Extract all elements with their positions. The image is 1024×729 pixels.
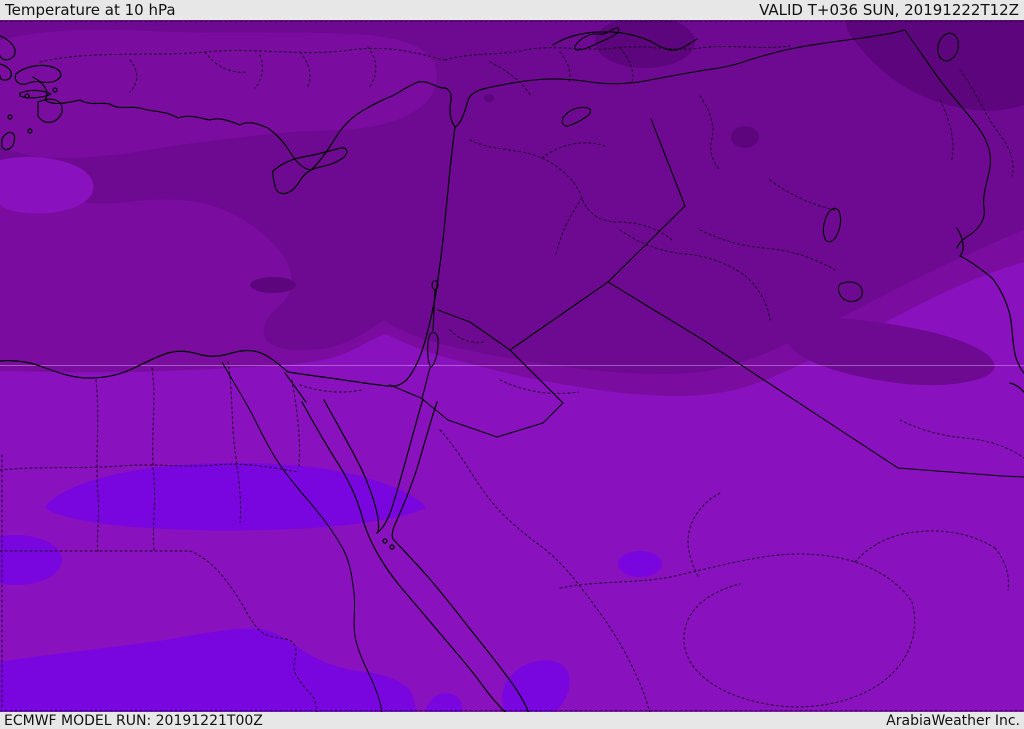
footer-bar: ECMWF MODEL RUN: 20191221T00Z ArabiaWeat… bbox=[0, 712, 1024, 729]
temperature-field bbox=[0, 16, 1024, 713]
model-run-label: ECMWF MODEL RUN: 20191221T00Z bbox=[4, 712, 263, 729]
map-title: Temperature at 10 hPa bbox=[5, 0, 176, 19]
valid-time-label: VALID T+036 SUN, 20191222T12Z bbox=[759, 0, 1019, 19]
temp-violet-center-spot bbox=[618, 551, 662, 577]
credit-label: ArabiaWeather Inc. bbox=[886, 712, 1020, 729]
temp-band-cool3-blacksea bbox=[595, 16, 695, 68]
weather-map-screenshot: Temperature at 10 hPa VALID T+036 SUN, 2… bbox=[0, 0, 1024, 729]
header-bar: Temperature at 10 hPa VALID T+036 SUN, 2… bbox=[0, 0, 1024, 20]
temp-band-cool3-spot1 bbox=[731, 126, 759, 148]
temp-band-cool3-spot2 bbox=[250, 277, 296, 293]
temp-band-cool3-spot3 bbox=[484, 94, 494, 102]
map-canvas bbox=[0, 16, 1024, 714]
